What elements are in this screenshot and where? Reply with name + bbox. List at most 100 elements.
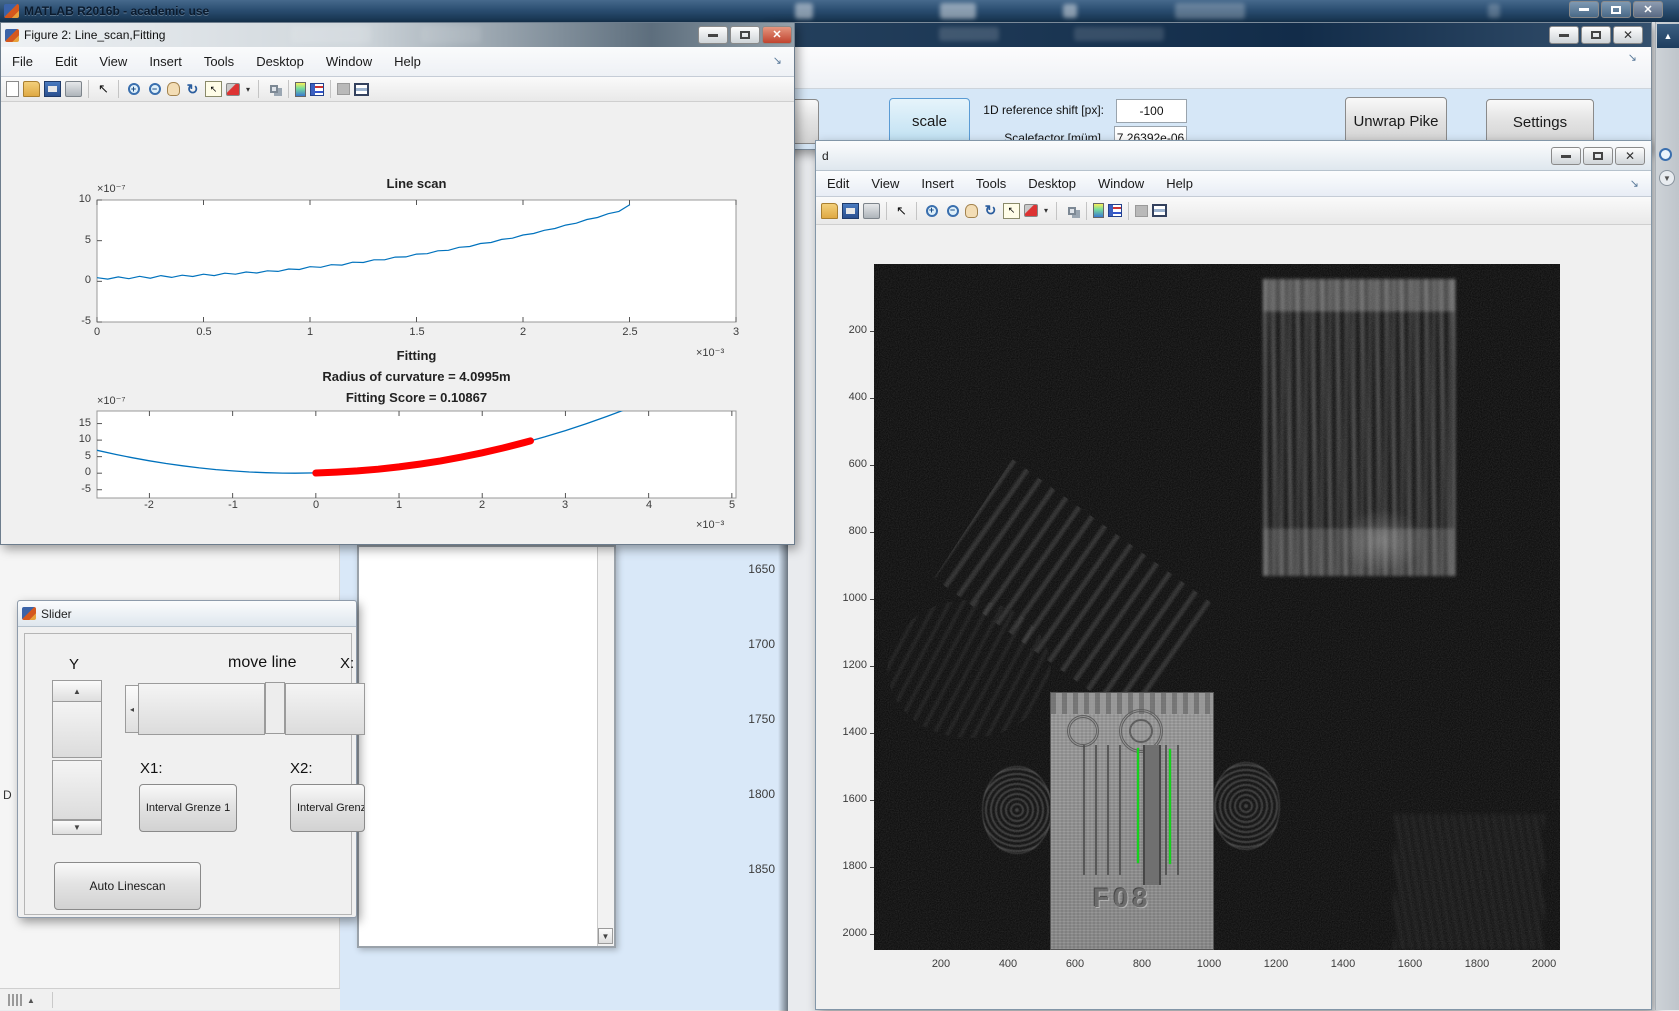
auto-linescan-button[interactable]: Auto Linescan (54, 862, 201, 910)
pointer-icon[interactable]: ↖ (893, 203, 910, 219)
link-plots-icon[interactable] (1063, 203, 1080, 219)
zoom-in-icon[interactable]: + (923, 203, 940, 219)
hidden-panel-tick-label: 1700 (748, 637, 775, 651)
image-y-tick-label: 2000 (842, 927, 867, 939)
hidden-panel-tick-label: 1650 (748, 562, 775, 576)
resize-grip-icon[interactable]: ▲ (8, 994, 35, 1006)
x-slider-thumb[interactable] (285, 683, 365, 735)
background-window-ghost (795, 3, 813, 19)
plot-tools-on-icon[interactable] (1152, 204, 1167, 217)
save-icon[interactable] (842, 202, 859, 219)
right-pad-ellipse (1212, 762, 1280, 850)
y-slider-track-upper[interactable] (52, 701, 102, 758)
image-x-tick-label: 2000 (1531, 958, 1557, 970)
menu-item-desktop[interactable]: Desktop (1017, 176, 1087, 191)
image-y-tick-label: 1600 (842, 793, 867, 805)
image-y-tick-label: 200 (848, 324, 867, 336)
unwrap-pike-button[interactable]: Unwrap Pike (1345, 97, 1447, 145)
clipped-text-fragment: D (3, 788, 12, 802)
image-figure-titlebar[interactable]: d ✕ (816, 141, 1651, 171)
interval-grenze-1-button[interactable]: Interval Grenze 1 (139, 784, 237, 832)
image-figure-close-button[interactable]: ✕ (1615, 147, 1645, 165)
main-maximize-button[interactable] (1601, 1, 1631, 18)
ref-shift-label: 1D reference shift [px]: (983, 103, 1104, 117)
left-pad-ellipse (982, 766, 1052, 854)
interval-grenze-1-label: Interval Grenze 1 (145, 802, 231, 814)
menu-item-window[interactable]: Window (1087, 176, 1155, 191)
plot-x-tick-label: 1 (306, 326, 314, 338)
image-x-tick-label: 1600 (1397, 958, 1423, 970)
plot-x-tick-label: -1 (228, 499, 238, 511)
interval-grenze-2-label: Interval Grenze 2 (297, 802, 364, 814)
rotate-3d-icon[interactable]: ↻ (982, 202, 999, 219)
interval-grenze-2-button[interactable]: Interval Grenze 2 (290, 784, 365, 832)
toolbar-separator (886, 201, 887, 220)
plot-x-tick-label: 1.5 (409, 326, 425, 338)
slider-titlebar[interactable]: Slider (18, 601, 356, 627)
y-slider-up-button[interactable]: ▲ (52, 680, 102, 702)
control-close-button[interactable]: ✕ (1613, 26, 1643, 44)
empty-listbox[interactable] (359, 547, 597, 946)
open-folder-icon[interactable] (821, 202, 838, 219)
linescan-marker-1[interactable] (1137, 748, 1139, 863)
brush-icon[interactable] (1024, 204, 1038, 217)
menu-item-edit[interactable]: Edit (816, 176, 860, 191)
main-window-title: MATLAB R2016b - academic use (24, 4, 210, 18)
interferogram-image[interactable]: F08 (874, 264, 1560, 950)
image-figure-maximize-button[interactable] (1583, 147, 1613, 165)
linescan-marker-2[interactable] (1169, 749, 1171, 864)
x1-label: X1: (140, 760, 163, 777)
ghost-chip-structure (1263, 279, 1455, 576)
data-cursor-icon[interactable]: ↖ (1003, 202, 1020, 219)
chevron-down-icon[interactable]: ▼ (1659, 170, 1675, 186)
image-figure-minimize-button[interactable] (1551, 147, 1581, 165)
collapse-panel-button[interactable]: ▲ (1657, 24, 1679, 48)
plot-x-tick-label: 3 (561, 499, 569, 511)
plot-x-tick-label: 0.5 (196, 326, 212, 338)
plot-tools-off-icon[interactable] (1135, 204, 1148, 217)
image-figure-toolbar: ↖ + − ↻ ↖ ▾ (816, 197, 1651, 225)
dock-arrow-icon[interactable]: ↘ (1630, 177, 1639, 190)
menu-item-view[interactable]: View (860, 176, 910, 191)
plot-x-tick-label: 0 (93, 326, 101, 338)
image-x-tick-label: 1400 (1330, 958, 1356, 970)
plot-y-tick-label: -5 (81, 315, 91, 327)
listbox-scrollbar[interactable]: ▼ (597, 547, 614, 946)
hidden-panel-tick-label: 1850 (748, 862, 775, 876)
move-line-slider-track[interactable] (265, 682, 285, 734)
menu-item-help[interactable]: Help (1155, 176, 1204, 191)
image-y-tick-label: 1800 (842, 860, 867, 872)
image-y-tick-label: 1200 (842, 659, 867, 671)
hidden-panel-tick-label: 1750 (748, 712, 775, 726)
legend-icon[interactable] (1108, 204, 1122, 217)
search-icon[interactable] (1659, 148, 1676, 165)
plot-x-tick-label: 2 (519, 326, 527, 338)
menu-item-insert[interactable]: Insert (910, 176, 965, 191)
settings-button[interactable]: Settings (1486, 99, 1594, 146)
zoom-out-icon[interactable]: − (944, 203, 961, 219)
ref-shift-field[interactable] (1116, 99, 1187, 123)
main-minimize-button[interactable] (1569, 1, 1599, 18)
plots-canvas[interactable] (1, 23, 796, 546)
image-x-tick-label: 1000 (1196, 958, 1222, 970)
auto-linescan-label: Auto Linescan (89, 879, 166, 893)
control-panel-titlebar[interactable]: ✕ (769, 23, 1651, 47)
scroll-down-button[interactable]: ▼ (598, 928, 613, 944)
print-icon[interactable] (863, 202, 880, 219)
image-y-tick-label: 800 (848, 525, 867, 537)
y-slider-down-button[interactable]: ▼ (52, 820, 102, 835)
dock-arrow-icon[interactable]: ↘ (1628, 51, 1637, 64)
y-slider-track-lower[interactable] (52, 760, 102, 820)
plot-y-tick-label: 0 (84, 466, 91, 478)
colorbar-icon[interactable] (1093, 203, 1104, 218)
status-strip: ▲ (0, 988, 340, 1010)
image-figure-menubar: Edit View Insert Tools Desktop Window Help (816, 171, 1651, 197)
move-line-slider-thumb[interactable] (138, 683, 265, 735)
pan-hand-icon[interactable] (965, 203, 978, 218)
menu-item-tools[interactable]: Tools (965, 176, 1017, 191)
main-close-button[interactable]: ✕ (1633, 1, 1663, 18)
dropdown-arrow-icon[interactable]: ▾ (1042, 203, 1050, 219)
control-maximize-button[interactable] (1581, 26, 1611, 44)
control-minimize-button[interactable] (1549, 26, 1579, 44)
move-line-slider-left-arrow[interactable]: ◂ (125, 685, 139, 733)
